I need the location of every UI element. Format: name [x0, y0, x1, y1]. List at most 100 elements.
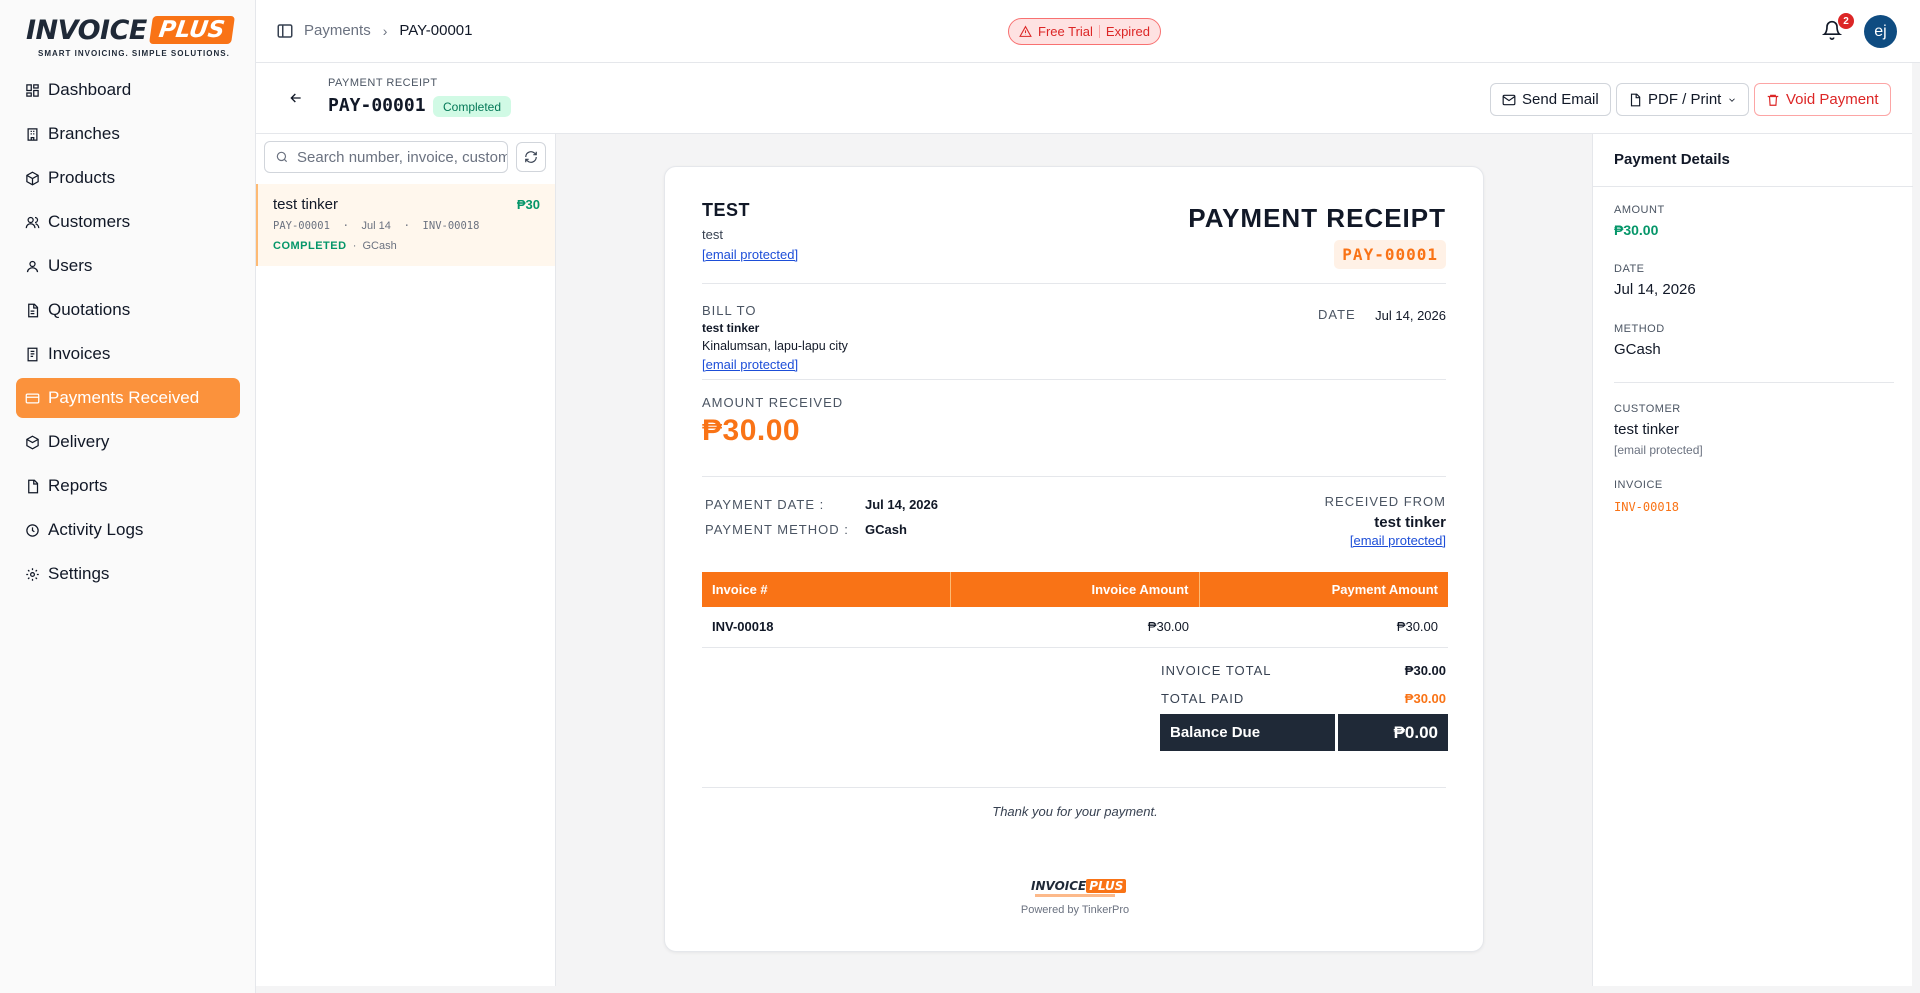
receipt-document: TEST test [email protected] PAYMENT RECE… [664, 166, 1484, 952]
meta-separator: · [352, 240, 357, 252]
refresh-button[interactable] [516, 142, 546, 172]
pdf-print-label: PDF / Print [1648, 91, 1722, 108]
sidebar-item-invoices[interactable]: Invoices [16, 334, 240, 374]
receipt-title: PAYMENT RECEIPT [1188, 203, 1446, 233]
footer-logo-plus: PLUS [1086, 879, 1127, 893]
company-email-link[interactable]: [email protected] [702, 247, 798, 262]
sidebar-item-label: Payments Received [48, 388, 200, 407]
sidebar-item-settings[interactable]: Settings [16, 554, 240, 594]
received-from-label: RECEIVED FROM [1324, 494, 1446, 509]
date-value: Jul 14, 2026 [1375, 308, 1446, 323]
divider [702, 787, 1446, 788]
invoice-table: Invoice # Invoice Amount Payment Amount … [702, 572, 1448, 648]
sidebar-item-label: Quotations [48, 300, 131, 319]
payment-details-panel: Payment Details AMOUNT ₱30.00 DATE Jul 1… [1592, 134, 1913, 986]
date-label: DATE [1318, 307, 1356, 322]
divider [702, 379, 1446, 380]
detail-invoice-label: INVOICE [1614, 479, 1663, 491]
company-name: TEST [702, 200, 751, 220]
sidebar-toggle-icon[interactable] [276, 22, 294, 40]
detail-method-value: GCash [1614, 341, 1661, 358]
search-box [264, 141, 508, 173]
mail-icon [1502, 94, 1516, 105]
sidebar-item-label: Dashboard [48, 80, 132, 99]
page-kicker: PAYMENT RECEIPT [328, 77, 438, 89]
powered-by: Powered by TinkerPro [1020, 904, 1130, 916]
receipt-preview-area: TEST test [email protected] PAYMENT RECE… [556, 134, 1592, 986]
trash-icon [1767, 94, 1779, 106]
column-header-invoice-amount: Invoice Amount [950, 572, 1200, 607]
search-icon [276, 151, 288, 163]
customers-icon [24, 214, 40, 230]
sidebar-item-label: Customers [48, 212, 131, 231]
detail-amount-value: ₱30.00 [1614, 222, 1659, 238]
list-item-invoice: INV-00018 [422, 220, 480, 232]
payment-date-label: PAYMENT DATE : [705, 497, 825, 512]
column-header-invoice: Invoice # [702, 572, 951, 607]
invoice-total-label: INVOICE TOTAL [1161, 663, 1272, 678]
detail-date-label: DATE [1614, 263, 1645, 275]
sidebar-item-quotations[interactable]: Quotations [16, 290, 240, 330]
send-email-button[interactable]: Send Email [1490, 83, 1611, 116]
cell-invoice-amount: ₱30.00 [950, 607, 1199, 648]
trial-label: Free Trial [1038, 24, 1093, 39]
detail-customer-name: test tinker [1614, 421, 1680, 438]
building-icon [24, 126, 40, 142]
company-subtitle: test [702, 227, 723, 242]
invoice-icon [24, 346, 40, 362]
page-title: PAY-00001 [328, 95, 426, 116]
bill-to-address: Kinalumsan, lapu-lapu city [702, 339, 848, 353]
trial-status-badge[interactable]: Free Trial Expired [1008, 18, 1161, 45]
bill-to-label: BILL TO [702, 303, 757, 318]
sidebar-item-users[interactable]: Users [16, 246, 240, 286]
balance-due-row: Balance Due ₱0.00 [1160, 714, 1448, 751]
sidebar-item-customers[interactable]: Customers [16, 202, 240, 242]
list-item-amount: ₱30 [516, 197, 540, 212]
sidebar-item-reports[interactable]: Reports [16, 466, 240, 506]
list-item-meta: PAY-00001 · Jul 14 · INV-00018 [273, 220, 479, 232]
gear-icon [24, 566, 40, 582]
sidebar-item-label: Users [48, 256, 93, 275]
sidebar-item-products[interactable]: Products [16, 158, 240, 198]
topbar: Payments › PAY-00001 Free Trial Expired … [256, 0, 1920, 63]
sidebar-item-branches[interactable]: Branches [16, 114, 240, 154]
sidebar-item-activity-logs[interactable]: Activity Logs [16, 510, 240, 550]
bill-to-name: test tinker [702, 321, 760, 335]
total-paid-value: ₱30.00 [1404, 691, 1446, 706]
clock-icon [24, 522, 40, 538]
breadcrumb-payments-link[interactable]: Payments [304, 22, 371, 39]
sidebar-item-dashboard[interactable]: Dashboard [16, 70, 240, 110]
bill-to-email-link[interactable]: [email protected] [702, 357, 798, 372]
arrow-left-icon[interactable] [288, 90, 306, 108]
pdf-print-button[interactable]: PDF / Print [1616, 83, 1750, 116]
app-logo[interactable]: INVOICE PLUS SMART INVOICING. SIMPLE SOL… [26, 14, 235, 62]
detail-customer-label: CUSTOMER [1614, 403, 1681, 415]
logo-plus: PLUS [148, 16, 235, 44]
void-payment-button[interactable]: Void Payment [1754, 83, 1891, 116]
sidebar-item-label: Reports [48, 476, 108, 495]
received-from-email-link[interactable]: [email protected] [1350, 533, 1446, 548]
sidebar-item-delivery[interactable]: Delivery [16, 422, 240, 462]
cell-invoice-number: INV-00018 [702, 607, 950, 648]
detail-invoice-link[interactable]: INV-00018 [1614, 500, 1679, 514]
sidebar-item-label: Products [48, 168, 116, 187]
search-input[interactable] [297, 148, 507, 166]
sidebar-nav: Dashboard Branches Products Customers Us… [16, 70, 240, 598]
breadcrumb: Payments › PAY-00001 [304, 22, 473, 39]
detail-amount-label: AMOUNT [1614, 204, 1665, 216]
trial-status: Expired [1105, 24, 1150, 39]
detail-method-label: METHOD [1614, 323, 1665, 335]
balance-due-label: Balance Due [1160, 714, 1335, 751]
receipt-number: PAY-00001 [1334, 240, 1446, 269]
avatar[interactable]: ej [1864, 15, 1897, 48]
card-icon [24, 390, 40, 406]
breadcrumb-current: PAY-00001 [399, 22, 473, 39]
detail-customer-email: [email protected] [1614, 443, 1703, 457]
sidebar-item-payments-received[interactable]: Payments Received [16, 378, 240, 418]
user-icon [24, 258, 40, 274]
status-badge: Completed [433, 96, 512, 117]
footer-logo-word: INVOICE [1031, 879, 1087, 893]
balance-due-value: ₱0.00 [1338, 714, 1448, 751]
payments-list-panel: test tinker ₱30 PAY-00001 · Jul 14 · INV… [256, 134, 556, 986]
list-item[interactable]: test tinker ₱30 PAY-00001 · Jul 14 · INV… [256, 184, 555, 266]
